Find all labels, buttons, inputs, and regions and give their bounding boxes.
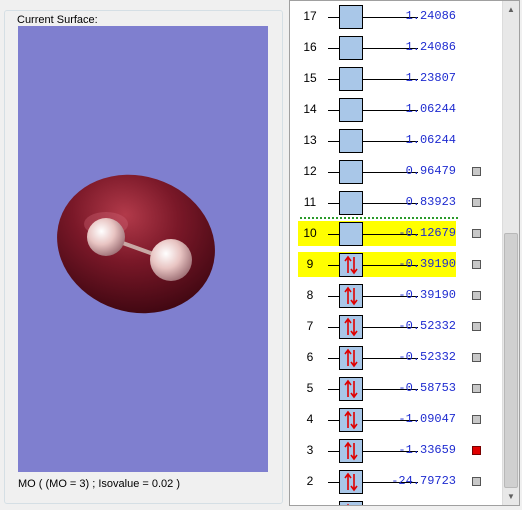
mo-number: 6 (306, 350, 314, 364)
mo-box-empty[interactable] (339, 98, 363, 122)
mo-energy: 1.24086 (405, 40, 456, 54)
mo-energy: -0.39190 (398, 288, 456, 302)
mo-row[interactable]: 1 (290, 498, 502, 505)
mo-box-occupied[interactable] (339, 253, 363, 277)
mo-number: 7 (306, 319, 314, 333)
mo-energy: 1.06244 (405, 102, 456, 116)
hydrogen-atom-1 (87, 218, 125, 256)
mo-row[interactable]: 13 1.06244 (290, 126, 502, 157)
mo-box-occupied[interactable] (339, 439, 363, 463)
mo-box-empty[interactable] (339, 222, 363, 246)
surface-caption: MO ( (MO = 3) ; Isovalue = 0.02 ) (18, 478, 180, 490)
mo-number: 13 (303, 133, 317, 147)
mo-box-empty[interactable] (339, 67, 363, 91)
mo-row[interactable]: 10 -0.12679 (290, 219, 502, 250)
mo-surface-marker[interactable] (472, 291, 481, 300)
mo-number: 10 (303, 226, 317, 240)
mo-box-empty[interactable] (339, 129, 363, 153)
mo-surface-marker-selected[interactable] (472, 446, 481, 455)
spin-pair-icon (344, 441, 358, 461)
current-surface-title: Current Surface: (15, 14, 100, 26)
mo-surface-marker[interactable] (472, 260, 481, 269)
mo-row[interactable]: 3 -1.33659 (290, 436, 502, 467)
mo-number: 16 (303, 40, 317, 54)
mo-box-occupied[interactable] (339, 315, 363, 339)
mo-energy: 0.96479 (405, 164, 456, 178)
mo-surface-marker[interactable] (472, 477, 481, 486)
mo-box-empty[interactable] (339, 5, 363, 29)
mo-surface-marker[interactable] (472, 167, 481, 176)
mo-box-occupied[interactable] (339, 377, 363, 401)
mo-box-occupied[interactable] (339, 470, 363, 494)
mo-row[interactable]: 6 -0.52332 (290, 343, 502, 374)
spin-pair-icon (347, 503, 349, 505)
spin-pair-icon (344, 379, 358, 399)
mo-energy: -1.33659 (398, 443, 456, 457)
mo-surface-marker[interactable] (472, 384, 481, 393)
mo-box-occupied[interactable] (339, 346, 363, 370)
mo-surface-marker[interactable] (472, 353, 481, 362)
hydrogen-atom-2 (150, 239, 192, 281)
mo-row[interactable]: 2 -24.79723 (290, 467, 502, 498)
mo-energy: -1.09047 (398, 412, 456, 426)
mo-row[interactable]: 17 1.24086 (290, 2, 502, 33)
surface-viewport[interactable] (18, 26, 268, 472)
orbital-isosurface (57, 174, 215, 314)
scroll-up-arrow-icon[interactable]: ▲ (503, 1, 519, 18)
mo-surface-marker[interactable] (472, 322, 481, 331)
mo-number: 8 (306, 288, 314, 302)
mo-energy: -0.52332 (398, 350, 456, 364)
mo-number: 15 (303, 71, 317, 85)
spin-pair-icon (344, 472, 358, 492)
mo-row[interactable]: 11 0.83923 (290, 188, 502, 219)
mo-surface-marker[interactable] (472, 415, 481, 424)
mo-surface-marker[interactable] (472, 229, 481, 238)
mo-row[interactable]: 14 1.06244 (290, 95, 502, 126)
mo-row[interactable]: 4 -1.09047 (290, 405, 502, 436)
mo-energy: 1.06244 (405, 133, 456, 147)
mo-energy: -0.39190 (398, 257, 456, 271)
mo-number: 9 (306, 257, 314, 271)
spin-pair-icon (344, 317, 358, 337)
mo-row[interactable]: 9 -0.39190 (290, 250, 502, 281)
mo-number: 2 (306, 474, 314, 488)
mo-box-empty[interactable] (339, 160, 363, 184)
mo-number: 12 (303, 164, 317, 178)
mo-energy: 1.23807 (405, 71, 456, 85)
mo-box-occupied[interactable] (339, 408, 363, 432)
vertical-scrollbar[interactable]: ▲ ▼ (502, 1, 519, 505)
spin-pair-icon (344, 255, 358, 275)
spin-pair-icon (344, 410, 358, 430)
mo-row[interactable]: 8 -0.39190 (290, 281, 502, 312)
mo-row[interactable]: 15 1.23807 (290, 64, 502, 95)
mo-list-panel[interactable]: 17 1.24086 16 1.24086 15 1.23807 14 1.06244 13 1.… (289, 0, 520, 506)
spin-pair-icon (344, 348, 358, 368)
mo-box-empty[interactable] (339, 191, 363, 215)
mo-box-occupied[interactable] (339, 501, 363, 505)
mo-number: 14 (303, 102, 317, 116)
scroll-thumb[interactable] (504, 233, 518, 488)
mo-energy: -0.12679 (398, 226, 456, 240)
mo-box-occupied[interactable] (339, 284, 363, 308)
mo-energy: -24.79723 (391, 474, 456, 488)
mo-row[interactable]: 12 0.96479 (290, 157, 502, 188)
mo-number: 3 (306, 443, 314, 457)
spin-pair-icon (344, 286, 358, 306)
molecule-render (57, 174, 215, 314)
mo-energy: -0.58753 (398, 381, 456, 395)
mo-row[interactable]: 5 -0.58753 (290, 374, 502, 405)
mo-surface-marker[interactable] (472, 198, 481, 207)
mo-energy: 0.83923 (405, 195, 456, 209)
mo-energy: 1.24086 (405, 9, 456, 23)
mo-number: 4 (306, 412, 314, 426)
mo-row[interactable]: 16 1.24086 (290, 33, 502, 64)
mo-number: 5 (306, 381, 314, 395)
mo-box-empty[interactable] (339, 36, 363, 60)
mo-row[interactable]: 7 -0.52332 (290, 312, 502, 343)
scroll-down-arrow-icon[interactable]: ▼ (503, 488, 519, 505)
mo-number: 11 (303, 195, 317, 209)
mo-energy: -0.52332 (398, 319, 456, 333)
mo-number: 17 (303, 9, 317, 23)
mo-list: 17 1.24086 16 1.24086 15 1.23807 14 1.06244 13 1.… (290, 1, 502, 505)
